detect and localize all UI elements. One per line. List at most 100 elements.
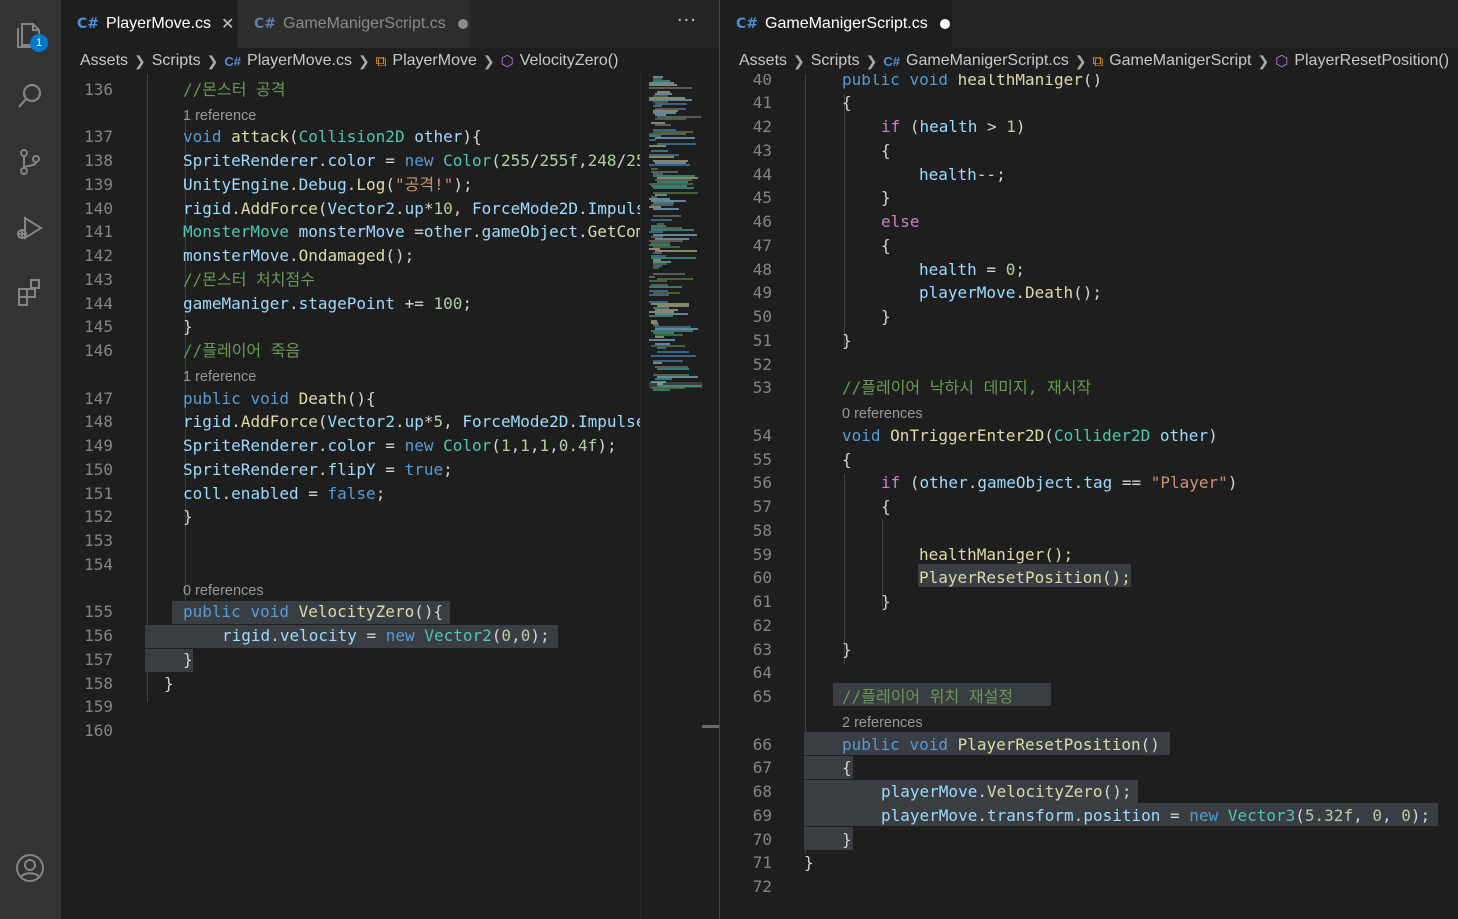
line-number: 154 bbox=[84, 555, 113, 574]
code-text: } bbox=[183, 650, 193, 669]
code-line: 64 bbox=[720, 661, 1458, 685]
line-number: 60 bbox=[752, 568, 772, 587]
line-number: 157 bbox=[84, 650, 113, 669]
breadcrumb-assets[interactable]: Assets bbox=[739, 52, 787, 70]
code-text: rigid.AddForce(Vector2.up*10, ForceMode2… bbox=[183, 199, 646, 218]
line-number: 69 bbox=[752, 806, 772, 825]
code-line: 153 bbox=[61, 529, 719, 553]
extensions-icon[interactable] bbox=[12, 274, 48, 310]
line-number: 138 bbox=[84, 151, 113, 170]
line-number: 58 bbox=[752, 521, 772, 540]
line-number: 145 bbox=[84, 317, 113, 336]
codelens-references[interactable]: 1 reference bbox=[183, 366, 256, 388]
code-text: void OnTriggerEnter2D(Collider2D other) bbox=[842, 426, 1218, 445]
code-text: MonsterMove monsterMove =other.gameObjec… bbox=[183, 222, 646, 241]
scrollbar-thumb[interactable] bbox=[702, 725, 719, 728]
minimap-line bbox=[651, 218, 672, 221]
code-line: 141 MonsterMove monsterMove =other.gameOb… bbox=[61, 220, 719, 244]
vertical-scrollbar[interactable] bbox=[702, 74, 719, 919]
codelens-references[interactable]: 2 references bbox=[842, 712, 923, 734]
code-text: } bbox=[183, 507, 193, 526]
breadcrumb-method[interactable]: PlayerResetPosition() bbox=[1294, 52, 1449, 70]
left-editor-group: C# PlayerMove.cs ✕ C# GameManigerScript.… bbox=[61, 0, 719, 919]
code-text: UnityEngine.Debug.Log("공격!"); bbox=[183, 175, 473, 194]
breadcrumb-class[interactable]: GameManigerScript bbox=[1109, 52, 1251, 70]
unsaved-dot-icon[interactable] bbox=[457, 19, 468, 29]
code-line: 145} bbox=[61, 315, 719, 339]
code-line: 147 public void Death(){ bbox=[61, 387, 719, 411]
search-icon[interactable] bbox=[12, 78, 48, 114]
minimap-line bbox=[657, 367, 689, 370]
codelens-references[interactable]: 1 reference bbox=[183, 105, 256, 127]
breadcrumb-scripts[interactable]: Scripts bbox=[811, 52, 860, 70]
line-number: 48 bbox=[752, 260, 772, 279]
line-number: 153 bbox=[84, 531, 113, 550]
breadcrumb-assets[interactable]: Assets bbox=[80, 52, 128, 70]
minimap[interactable] bbox=[640, 74, 703, 919]
csharp-file-icon: C# bbox=[254, 16, 277, 32]
right-code-editor[interactable]: 40 public void healthManiger() 41 { 42 if (… bbox=[720, 74, 1458, 919]
code-line: 68 playerMove.VelocityZero(); bbox=[720, 780, 1458, 804]
close-icon[interactable]: ✕ bbox=[221, 14, 234, 34]
breadcrumb-method[interactable]: VelocityZero() bbox=[520, 52, 619, 70]
class-icon: ⧉ bbox=[1092, 52, 1104, 70]
breadcrumb-file[interactable]: PlayerMove.cs bbox=[247, 52, 352, 70]
class-icon: ⧉ bbox=[375, 52, 387, 70]
minimap-line bbox=[657, 346, 666, 349]
code-line: 160 bbox=[61, 719, 719, 743]
breadcrumb-file[interactable]: GameManigerScript.cs bbox=[906, 52, 1069, 70]
code-text: public void Death(){ bbox=[183, 389, 376, 408]
csharp-file-icon: C# bbox=[883, 53, 901, 69]
left-code-editor[interactable]: 136 //몬스터 공격 1 reference 137 void attack(C… bbox=[61, 74, 719, 919]
source-control-icon[interactable] bbox=[12, 144, 48, 180]
code-text: } bbox=[842, 640, 852, 659]
code-text: { bbox=[842, 758, 852, 777]
minimap-line bbox=[657, 351, 689, 354]
line-number: 140 bbox=[84, 199, 113, 218]
code-line: 50} bbox=[720, 305, 1458, 329]
csharp-file-icon: C# bbox=[224, 53, 242, 69]
tab-gamemanigerscript[interactable]: C# GameManigerScript.cs bbox=[238, 0, 470, 48]
code-text: { bbox=[881, 141, 891, 160]
codelens-references[interactable]: 0 references bbox=[842, 403, 923, 425]
line-number: 72 bbox=[752, 877, 772, 896]
tab-label: GameManigerScript.cs bbox=[765, 15, 928, 32]
minimap-line bbox=[653, 388, 670, 391]
line-number: 137 bbox=[84, 127, 113, 146]
code-text: } bbox=[881, 188, 891, 207]
code-line: 62 bbox=[720, 614, 1458, 638]
tab-gamemanigerscript[interactable]: C# GameManigerScript.cs bbox=[720, 0, 952, 48]
line-number: 46 bbox=[752, 212, 772, 231]
minimap-line bbox=[653, 214, 681, 217]
line-number: 139 bbox=[84, 175, 113, 194]
breadcrumb-class[interactable]: PlayerMove bbox=[392, 52, 476, 70]
tab-label: GameManigerScript.cs bbox=[283, 15, 446, 32]
run-debug-icon[interactable] bbox=[12, 210, 48, 246]
more-actions-button[interactable]: ··· bbox=[677, 10, 697, 31]
code-text: SpriteRenderer.flipY = true; bbox=[183, 460, 453, 479]
method-cube-icon: ⬡ bbox=[1275, 53, 1289, 70]
unsaved-dot-icon[interactable] bbox=[939, 19, 950, 29]
code-line: 61} bbox=[720, 590, 1458, 614]
breadcrumb-scripts[interactable]: Scripts bbox=[152, 52, 201, 70]
code-line: 66 public void PlayerResetPosition() bbox=[720, 733, 1458, 757]
tab-playermove[interactable]: C# PlayerMove.cs ✕ bbox=[61, 0, 237, 48]
minimap-line bbox=[649, 315, 673, 318]
code-line: 44 health--; bbox=[720, 163, 1458, 187]
code-line: 152} bbox=[61, 505, 719, 529]
minimap-line bbox=[653, 267, 659, 270]
code-line: 144 gameManiger.stagePoint += 100; bbox=[61, 292, 719, 316]
codelens-references[interactable]: 0 references bbox=[183, 580, 264, 602]
code-text: playerMove.transform.position = new Vect… bbox=[881, 806, 1431, 825]
code-line: 156 rigid.velocity = new Vector2(0,0); bbox=[61, 624, 719, 648]
line-number: 62 bbox=[752, 616, 772, 635]
code-text: public void PlayerResetPosition() bbox=[842, 735, 1160, 754]
account-icon[interactable] bbox=[12, 850, 48, 886]
code-line: 140 rigid.AddForce(Vector2.up*10, ForceMo… bbox=[61, 197, 719, 221]
code-line: 158} bbox=[61, 672, 719, 696]
code-text: rigid.velocity = new Vector2(0,0); bbox=[222, 626, 550, 645]
line-number: 61 bbox=[752, 592, 772, 611]
code-line: 65 //플레이어 위치 재설정 bbox=[720, 685, 1458, 709]
minimap-line bbox=[649, 286, 682, 288]
minimap-line bbox=[653, 208, 679, 211]
